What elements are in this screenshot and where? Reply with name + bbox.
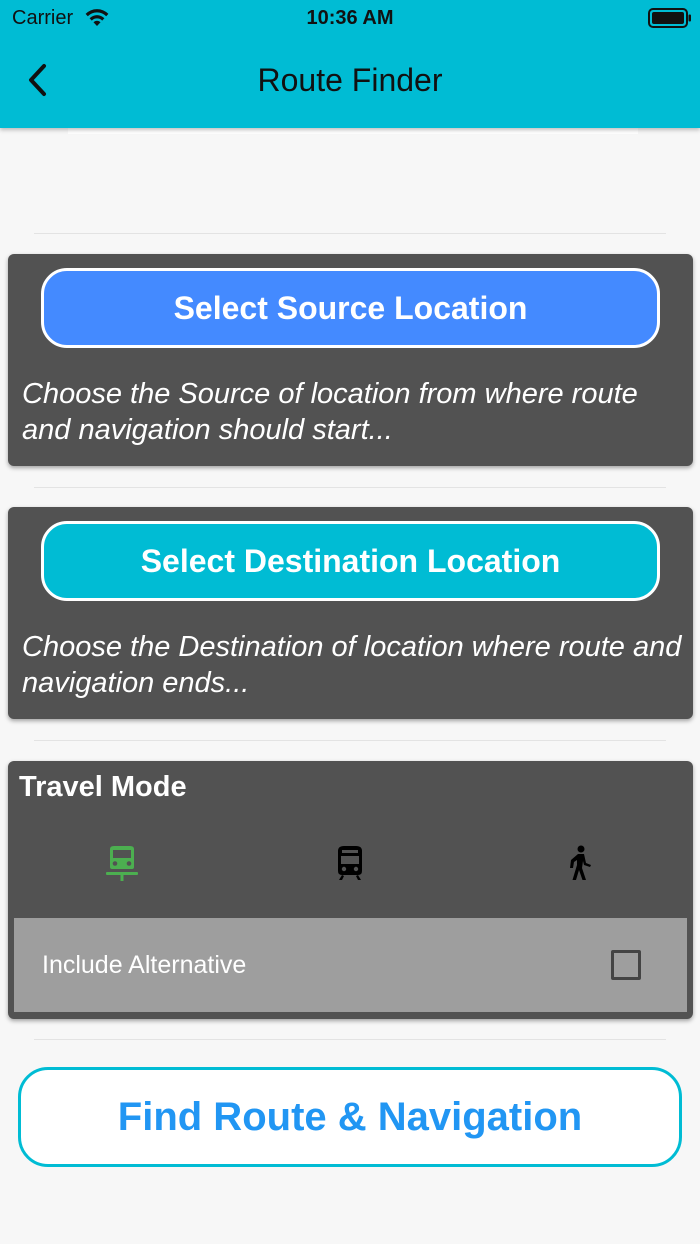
- walk-icon[interactable]: [563, 845, 595, 881]
- page-title: Route Finder: [257, 62, 443, 98]
- include-alternative-row[interactable]: Include Alternative: [14, 918, 687, 1012]
- travel-mode-title: Travel Mode: [19, 771, 187, 803]
- battery-icon: [648, 8, 691, 28]
- destination-description: Choose the Destination of location where…: [22, 631, 682, 699]
- divider: [34, 740, 666, 741]
- divider: [34, 487, 666, 488]
- find-route-navigation-button[interactable]: Find Route & Navigation: [18, 1067, 682, 1167]
- train-icon[interactable]: [334, 845, 366, 881]
- car-icon[interactable]: [106, 845, 138, 881]
- destination-location-card: Select Destination Location Choose the D…: [8, 507, 693, 719]
- divider: [34, 233, 666, 234]
- divider: [34, 1039, 666, 1040]
- status-time: 10:36 AM: [306, 7, 394, 29]
- travel-mode-card: Travel Mode Include Alternative: [8, 761, 693, 1019]
- include-alternative-label: Include Alternative: [42, 951, 247, 979]
- source-description: Choose the Source of location from where…: [22, 378, 638, 446]
- app-header: Carrier 10:36 AM Route Finder: [0, 0, 700, 128]
- status-bar: Carrier 10:36 AM: [0, 0, 700, 36]
- include-alternative-checkbox[interactable]: [611, 950, 641, 980]
- select-source-button[interactable]: Select Source Location: [41, 268, 660, 348]
- map-placeholder-strip: [68, 128, 638, 134]
- select-destination-button[interactable]: Select Destination Location: [41, 521, 660, 601]
- source-location-card: Select Source Location Choose the Source…: [8, 254, 693, 466]
